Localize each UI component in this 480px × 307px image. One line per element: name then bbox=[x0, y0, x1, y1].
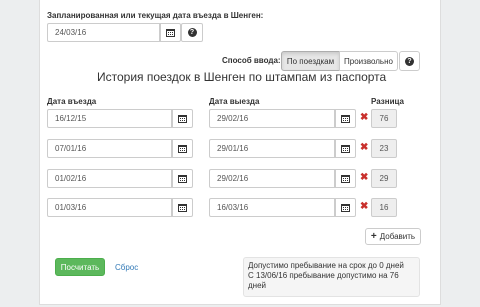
trip-4-remove-icon[interactable]: ✖ bbox=[360, 202, 368, 212]
planned-date-help-button[interactable]: ? bbox=[181, 23, 203, 42]
calendar-icon bbox=[178, 114, 187, 123]
add-trip-label: Добавить bbox=[379, 232, 416, 241]
trip-4-entry-calendar-button[interactable] bbox=[172, 198, 193, 217]
calendar-icon bbox=[178, 144, 187, 153]
trip-4-exit-input[interactable]: 16/03/16 bbox=[209, 198, 335, 217]
trip-2-entry-input[interactable]: 07/01/16 bbox=[47, 139, 172, 158]
trip-1-entry-calendar-button[interactable] bbox=[172, 109, 193, 128]
calendar-icon bbox=[341, 144, 350, 153]
result-line-2: С 13/06/16 пребывание допустимо на 76 bbox=[248, 271, 399, 280]
trip-2-entry-calendar-button[interactable] bbox=[172, 139, 193, 158]
trip-3-entry-input[interactable]: 01/02/16 bbox=[47, 169, 172, 188]
trip-1-remove-icon[interactable]: ✖ bbox=[360, 113, 368, 123]
trip-1-exit-calendar-button[interactable] bbox=[335, 109, 356, 128]
add-trip-button[interactable]: + Добавить bbox=[365, 228, 421, 245]
result-box: Допустимо пребывание на срок до 0 дней С… bbox=[243, 257, 420, 297]
planned-date-input[interactable]: 24/03/16 bbox=[47, 23, 160, 42]
column-exit-header: Дата выезда bbox=[209, 97, 260, 106]
trip-3-remove-icon[interactable]: ✖ bbox=[360, 173, 368, 183]
trip-4-entry-input[interactable]: 01/03/16 bbox=[47, 198, 172, 217]
result-line-1: Допустимо пребывание на срок до 0 дней bbox=[248, 261, 404, 270]
trip-1-entry-input[interactable]: 16/12/15 bbox=[47, 109, 172, 128]
trip-2-diff-field: 23 bbox=[371, 139, 397, 158]
trip-3-entry-calendar-button[interactable] bbox=[172, 169, 193, 188]
trip-3-exit-input[interactable]: 29/02/16 bbox=[209, 169, 335, 188]
plus-icon: + bbox=[370, 230, 377, 242]
column-entry-header: Дата въезда bbox=[47, 97, 97, 106]
calendar-icon bbox=[178, 203, 187, 212]
question-circle-icon: ? bbox=[405, 56, 414, 66]
calendar-icon bbox=[341, 203, 350, 212]
trip-4-diff-field: 16 bbox=[371, 198, 397, 217]
calendar-icon bbox=[166, 28, 175, 37]
trip-2-remove-icon[interactable]: ✖ bbox=[360, 143, 368, 153]
planned-date-label: Запланированная или текущая дата въезда … bbox=[47, 11, 264, 20]
trip-4-exit-calendar-button[interactable] bbox=[335, 198, 356, 217]
calendar-icon bbox=[341, 114, 350, 123]
mode-by-trips-button[interactable]: По поездкам bbox=[281, 51, 340, 71]
trip-2-exit-input[interactable]: 29/01/16 bbox=[209, 139, 335, 158]
question-circle-icon: ? bbox=[187, 28, 197, 37]
result-line-3: дней bbox=[248, 281, 267, 290]
trip-3-diff-field: 29 bbox=[371, 169, 397, 188]
calendar-icon bbox=[341, 174, 350, 183]
mode-free-button[interactable]: Произвольно bbox=[339, 51, 398, 71]
reset-link[interactable]: Сброс bbox=[115, 263, 138, 272]
column-diff-header: Разница bbox=[371, 97, 404, 106]
trip-1-exit-input[interactable]: 29/02/16 bbox=[209, 109, 335, 128]
planned-date-calendar-button[interactable] bbox=[160, 23, 181, 42]
trip-1-diff-field: 76 bbox=[371, 109, 397, 128]
input-mode-label: Способ ввода: bbox=[222, 56, 281, 65]
history-title: История поездок в Шенген по штампам из п… bbox=[97, 70, 387, 84]
mode-help-button[interactable]: ? bbox=[399, 51, 420, 71]
trip-3-exit-calendar-button[interactable] bbox=[335, 169, 356, 188]
trip-2-exit-calendar-button[interactable] bbox=[335, 139, 356, 158]
calculate-button[interactable]: Посчитать bbox=[55, 258, 105, 276]
calendar-icon bbox=[178, 174, 187, 183]
